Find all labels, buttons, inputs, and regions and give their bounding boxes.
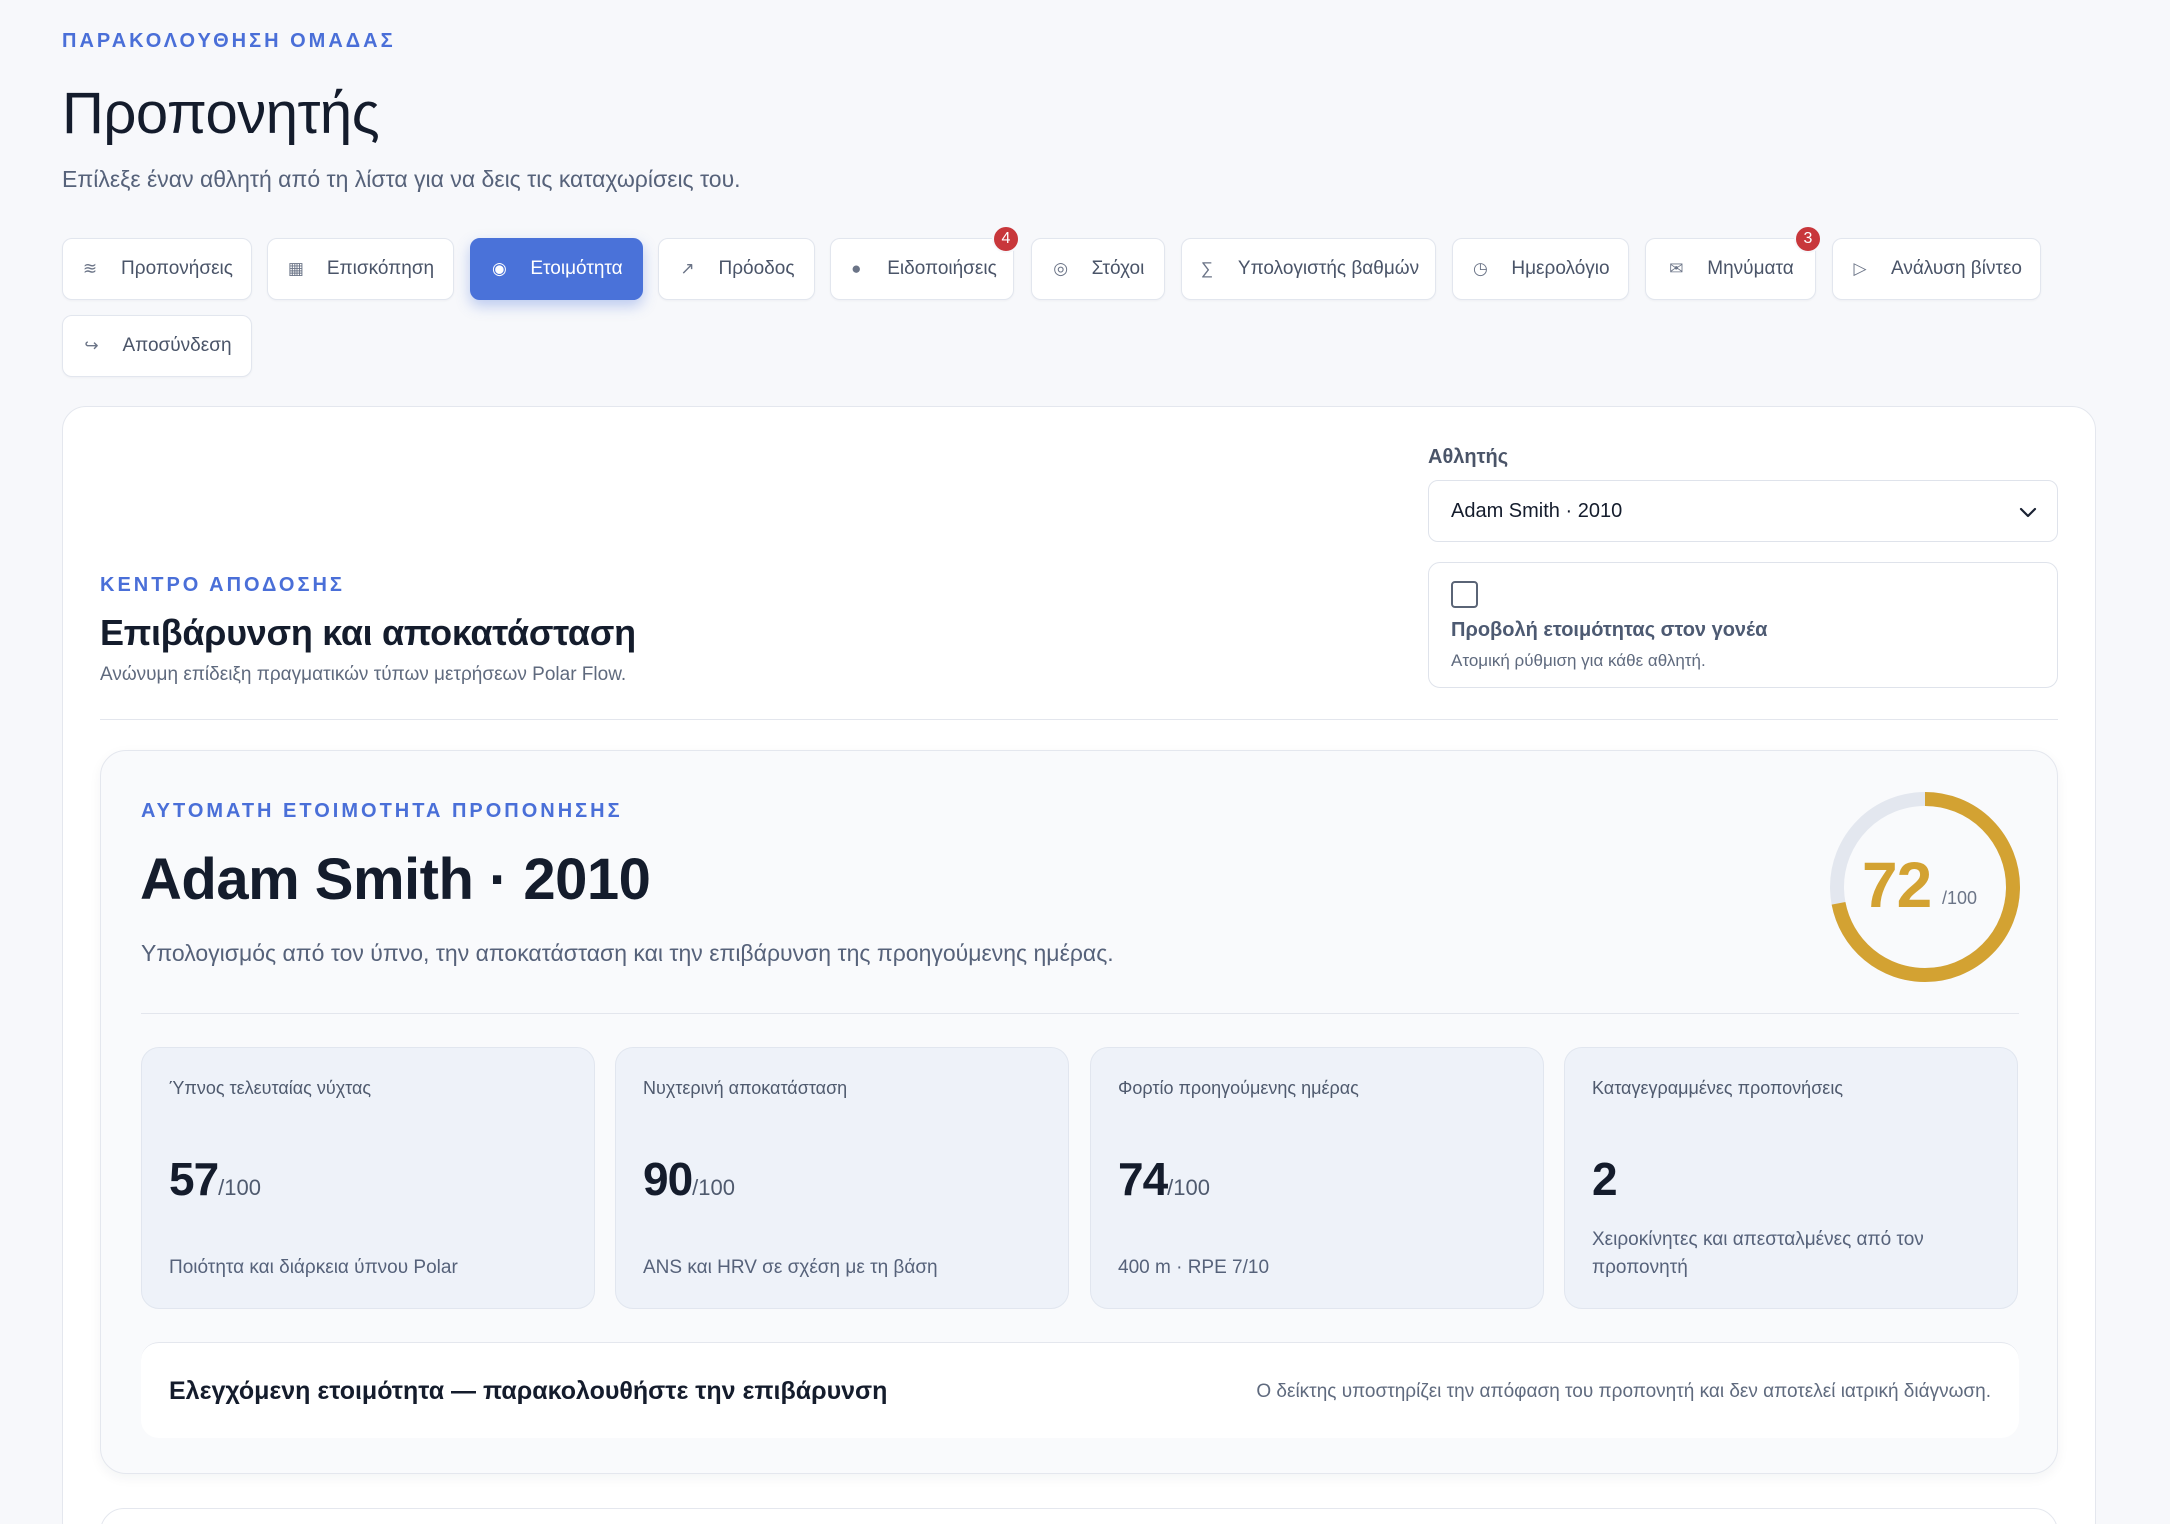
parent-view-title: Προβολή ετοιμότητας στον γονέα — [1451, 619, 1768, 641]
logout-button[interactable]: ↪ Αποσύνδεση — [62, 315, 252, 377]
bullseye-icon: ◎ — [1053, 259, 1069, 278]
verdict-title: Ελεγχόμενη ετοιμότητα — παρακολουθήστε τ… — [169, 1377, 888, 1405]
tab-calendar[interactable]: ◷ Ημερολόγιο — [1452, 238, 1629, 300]
tab-label: Υπολογιστής βαθμών — [1237, 258, 1420, 279]
tab-overview[interactable]: ▦ Επισκόπηση — [267, 238, 454, 300]
metric-card-sleep: Ύπνος τελευταίας νύχτας 57/100 Ποιότητα … — [141, 1047, 595, 1309]
readiness-divider — [141, 1013, 2019, 1014]
readiness-score-max: /100 — [1942, 888, 1978, 908]
metric-value: 90/100 — [643, 1153, 735, 1205]
readiness-athlete-name: Adam Smith · 2010 — [140, 847, 651, 912]
chevron-down-icon — [2019, 507, 2037, 518]
readiness-verdict: Ελεγχόμενη ετοιμότητα — παρακολουθήστε τ… — [141, 1342, 2019, 1438]
sigma-icon: ∑ — [1200, 259, 1213, 278]
waves-icon: ≋ — [82, 259, 98, 278]
parent-view-setting: Προβολή ετοιμότητας στον γονέα Ατομική ρ… — [1428, 562, 2058, 688]
tab-score-calculator[interactable]: ∑ Υπολογιστής βαθμών — [1181, 238, 1436, 300]
tab-label: Ειδοποιήσεις — [887, 258, 997, 279]
tab-label: Ανάλυση βίντεο — [1890, 258, 2022, 279]
section-divider — [100, 719, 2058, 720]
verdict-disclaimer: Ο δείκτης υποστηρίζει την απόφαση του πρ… — [1256, 1381, 1991, 1402]
tab-label: Αποσύνδεση — [122, 335, 232, 356]
tab-label: Ετοιμότητα — [530, 258, 623, 279]
page-title: Προπονητής — [62, 81, 380, 146]
clock-icon: ◷ — [1472, 259, 1488, 278]
tab-progress[interactable]: ↗ Πρόοδος — [658, 238, 815, 300]
envelope-icon: ✉ — [1669, 259, 1684, 278]
next-section-card — [100, 1508, 2058, 1524]
metric-label: Καταγεγραμμένες προπονήσεις — [1592, 1078, 1843, 1098]
tab-label: Στόχοι — [1091, 258, 1145, 279]
athlete-select-value: Adam Smith · 2010 — [1451, 499, 1623, 522]
metric-note: Ποιότητα και διάρκεια ύπνου Polar — [169, 1257, 458, 1278]
metric-value: 2 — [1592, 1153, 1618, 1205]
athlete-select[interactable]: Adam Smith · 2010 — [1428, 480, 2058, 542]
logout-icon: ↪ — [84, 336, 99, 355]
metric-label: Φορτίο προηγούμενης ημέρας — [1118, 1078, 1359, 1098]
grid-icon: ▦ — [287, 259, 304, 278]
tab-label: Επισκόπηση — [326, 258, 435, 279]
tab-goals[interactable]: ◎ Στόχοι — [1031, 238, 1165, 300]
metric-value: 57/100 — [169, 1153, 261, 1205]
section-eyebrow: ΚΕΝΤΡΟ ΑΠΟΔΟΣΗΣ — [100, 574, 345, 596]
parent-view-subtitle: Ατομική ρύθμιση για κάθε αθλητή. — [1451, 651, 1706, 670]
readiness-description: Υπολογισμός από τον ύπνο, την αποκατάστα… — [141, 940, 1114, 966]
metric-note: Χειροκίνητες και απεσταλμένες από τον πρ… — [1592, 1229, 1924, 1278]
tab-video-analysis[interactable]: ▷ Ανάλυση βίντεο — [1832, 238, 2041, 300]
tab-notifications[interactable]: ● Ειδοποιήσεις 4 — [830, 225, 1020, 300]
metric-card-logged-trainings: Καταγεγραμμένες προπονήσεις 2 Χειροκίνητ… — [1564, 1047, 2018, 1309]
metric-label: Νυχτερινή αποκατάσταση — [643, 1078, 848, 1098]
readiness-eyebrow: ΑΥΤΟΜΑΤΗ ΕΤΟΙΜΟΤΗΤΑ ΠΡΟΠΟΝΗΣΗΣ — [141, 800, 623, 822]
page-subtitle: Επίλεξε έναν αθλητή από τη λίστα για να … — [62, 166, 741, 192]
coach-page: ΠΑΡΑΚΟΛΟΥΘΗΣΗ ΟΜΑΔΑΣ Προπονητής Επίλεξε … — [0, 0, 2170, 1524]
metric-note: ANS και HRV σε σχέση με τη βάση — [643, 1257, 938, 1278]
section-subtitle: Ανώνυμη επίδειξη πραγματικών τύπων μετρή… — [100, 664, 627, 685]
tab-messages[interactable]: ✉ Μηνύματα 3 — [1645, 225, 1822, 300]
section-title: Επιβάρυνση και αποκατάσταση — [100, 612, 636, 653]
tab-label: Προπονήσεις — [121, 258, 233, 279]
trend-arrow-icon: ↗ — [680, 259, 695, 278]
athlete-label: Αθλητής — [1428, 446, 1509, 468]
readiness-score-value: 72 — [1862, 849, 1932, 921]
metric-card-previous-load: Φορτίο προηγούμενης ημέρας 74/100 400 m … — [1090, 1047, 1544, 1309]
tab-trainings[interactable]: ≋ Προπονήσεις — [62, 238, 252, 300]
tab-label: Πρόοδος — [718, 258, 795, 279]
metric-card-recovery: Νυχτερινή αποκατάσταση 90/100 ANS και HR… — [615, 1047, 1069, 1309]
tab-label: Μηνύματα — [1707, 258, 1794, 279]
metric-value: 74/100 — [1118, 1153, 1210, 1205]
tab-readiness[interactable]: ◉ Ετοιμότητα — [470, 238, 643, 300]
play-icon: ▷ — [1853, 259, 1867, 278]
messages-count-badge: 3 — [1794, 225, 1822, 253]
tab-label: Ημερολόγιο — [1511, 258, 1610, 279]
metric-note: 400 m · RPE 7/10 — [1118, 1257, 1270, 1278]
parent-view-checkbox[interactable] — [1451, 581, 1478, 608]
page-eyebrow: ΠΑΡΑΚΟΛΟΥΘΗΣΗ ΟΜΑΔΑΣ — [62, 30, 396, 52]
dot-icon: ● — [851, 259, 862, 278]
metric-label: Ύπνος τελευταίας νύχτας — [169, 1078, 372, 1098]
notifications-count-badge: 4 — [992, 225, 1020, 253]
target-icon: ◉ — [491, 259, 507, 278]
